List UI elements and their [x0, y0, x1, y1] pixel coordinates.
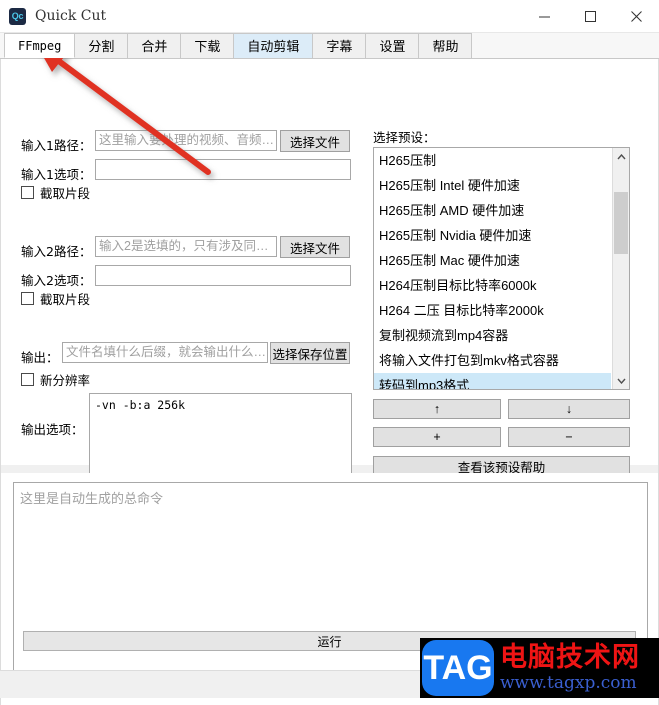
- checkbox-box-icon: [21, 292, 34, 305]
- close-button[interactable]: [613, 0, 659, 32]
- watermark-site-name: 电脑技术网: [500, 642, 640, 673]
- watermark-badge: TAG: [422, 640, 494, 696]
- tab-settings[interactable]: 设置: [365, 33, 420, 58]
- checkbox-box-icon: [21, 186, 34, 199]
- watermark-text: 电脑技术网 www.tagxp.com: [500, 642, 640, 694]
- input1-path-input[interactable]: 这里输入要处理的视频、音频…: [95, 130, 277, 151]
- input1-options-input[interactable]: [95, 159, 351, 180]
- input2-browse-button[interactable]: 选择文件: [280, 236, 350, 258]
- preset-item[interactable]: 将输入文件打包到mkv格式容器: [374, 348, 611, 373]
- preset-item[interactable]: H265压制 Mac 硬件加速: [374, 248, 611, 273]
- tab-subtitle[interactable]: 字幕: [312, 33, 367, 58]
- preset-item[interactable]: H265压制: [374, 148, 611, 173]
- preset-list-items: H265压制 H265压制 Intel 硬件加速 H265压制 AMD 硬件加速…: [374, 148, 611, 389]
- preset-remove-button[interactable]: −: [508, 427, 630, 447]
- preset-item[interactable]: H265压制 Intel 硬件加速: [374, 173, 611, 198]
- preset-item[interactable]: H264 二压 目标比特率2000k: [374, 298, 611, 323]
- preset-move-up-button[interactable]: ↑: [373, 399, 501, 419]
- tab-split[interactable]: 分割: [74, 33, 129, 58]
- preset-item[interactable]: H265压制 AMD 硬件加速: [374, 198, 611, 223]
- output-browse-button[interactable]: 选择保存位置: [270, 342, 350, 364]
- app-icon: Qc: [9, 7, 26, 25]
- clip1-label: 截取片段: [40, 187, 91, 201]
- output-options-label: 输出选项：: [21, 422, 84, 437]
- clip2-checkbox[interactable]: 截取片段: [21, 289, 90, 308]
- tab-bar: FFmpeg 分割 合并 下载 自动剪辑 字幕 设置 帮助: [0, 33, 659, 59]
- tab-auto-edit[interactable]: 自动剪辑: [233, 33, 314, 58]
- tab-download[interactable]: 下载: [180, 33, 235, 58]
- preset-item[interactable]: H264压制目标比特率6000k: [374, 273, 611, 298]
- input2-options-label: 输入2选项：: [21, 273, 92, 288]
- ffmpeg-panel: 输入1路径： 这里输入要处理的视频、音频… 选择文件 输入1选项： 截取片段 输…: [0, 59, 659, 478]
- preset-listbox[interactable]: H265压制 H265压制 Intel 硬件加速 H265压制 AMD 硬件加速…: [373, 147, 630, 390]
- preset-item-selected[interactable]: 转码到mp3格式: [374, 373, 611, 389]
- clip2-label: 截取片段: [40, 293, 91, 307]
- preset-scrollbar[interactable]: [612, 148, 629, 389]
- watermark: TAG 电脑技术网 www.tagxp.com: [420, 638, 659, 698]
- preset-add-button[interactable]: +: [373, 427, 501, 447]
- maximize-button[interactable]: [567, 0, 613, 32]
- window-controls: [521, 0, 659, 32]
- output-options-textarea[interactable]: -vn -b:a 256k: [89, 393, 352, 478]
- input1-path-label: 输入1路径：: [21, 138, 92, 153]
- new-resolution-label: 新分辨率: [40, 374, 91, 388]
- clip1-checkbox[interactable]: 截取片段: [21, 183, 90, 202]
- tab-help[interactable]: 帮助: [418, 33, 473, 58]
- chevron-up-icon[interactable]: [613, 148, 629, 165]
- checkbox-box-icon: [21, 373, 34, 386]
- tab-ffmpeg[interactable]: FFmpeg: [4, 33, 76, 58]
- input1-options-label: 输入1选项：: [21, 167, 92, 182]
- input2-path-label: 输入2路径：: [21, 244, 92, 259]
- scrollbar-thumb[interactable]: [614, 192, 628, 254]
- preset-move-down-button[interactable]: ↓: [508, 399, 630, 419]
- window-title: Quick Cut: [35, 8, 107, 24]
- input1-browse-button[interactable]: 选择文件: [280, 130, 350, 152]
- preset-item[interactable]: H265压制 Nvidia 硬件加速: [374, 223, 611, 248]
- preset-title: 选择预设：: [373, 130, 436, 145]
- minimize-button[interactable]: [521, 0, 567, 32]
- chevron-down-icon[interactable]: [613, 372, 629, 389]
- new-resolution-checkbox[interactable]: 新分辨率: [21, 370, 90, 389]
- input2-path-input[interactable]: 输入2是选填的，只有涉及同…: [95, 236, 277, 257]
- output-path-input[interactable]: 文件名填什么后缀，就会输出什么…: [62, 342, 268, 363]
- input2-options-input[interactable]: [95, 265, 351, 286]
- watermark-url: www.tagxp.com: [500, 673, 637, 693]
- title-bar: Qc Quick Cut: [0, 0, 659, 33]
- preset-item[interactable]: 复制视频流到mp4容器: [374, 323, 611, 348]
- output-label: 输出：: [21, 350, 59, 365]
- tab-merge[interactable]: 合并: [127, 33, 182, 58]
